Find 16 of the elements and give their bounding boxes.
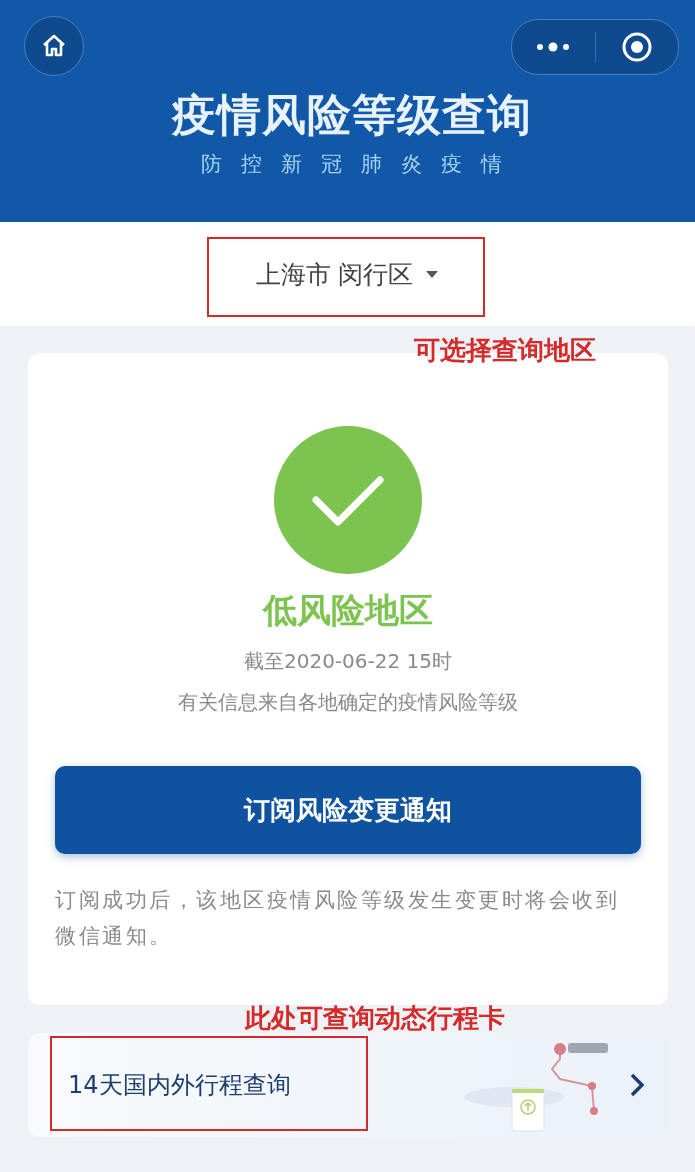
page-subtitle: 防控新冠肺炎疫情 xyxy=(200,151,522,178)
subscribe-button[interactable]: 订阅风险变更通知 xyxy=(55,766,641,854)
trip-card[interactable]: 14天国内外行程查询 xyxy=(28,1033,668,1137)
annotation-text: 可选择查询地区 xyxy=(414,334,596,367)
source-note: 有关信息来自各地确定的疫情风险等级 xyxy=(178,689,518,716)
annotation-text: 此处可查询动态行程卡 xyxy=(245,1002,505,1035)
caret-icon xyxy=(425,269,440,279)
chevron-right-icon xyxy=(630,1073,644,1097)
update-time: 截至2020-06-22 15时 xyxy=(243,648,452,675)
page-title: 疫情风险等级查询 xyxy=(170,88,533,142)
close-icon xyxy=(620,31,653,63)
location-selector[interactable]: 上海市 闵行区 xyxy=(245,251,450,297)
trip-label: 14天国内外行程查询 xyxy=(68,1070,292,1101)
risk-level: 低风险地区 xyxy=(263,589,433,632)
more-icon xyxy=(536,42,571,52)
subscribe-note: 订阅成功后，该地区疫情风险等级发生变更时将会收到微信通知。 xyxy=(55,887,620,950)
